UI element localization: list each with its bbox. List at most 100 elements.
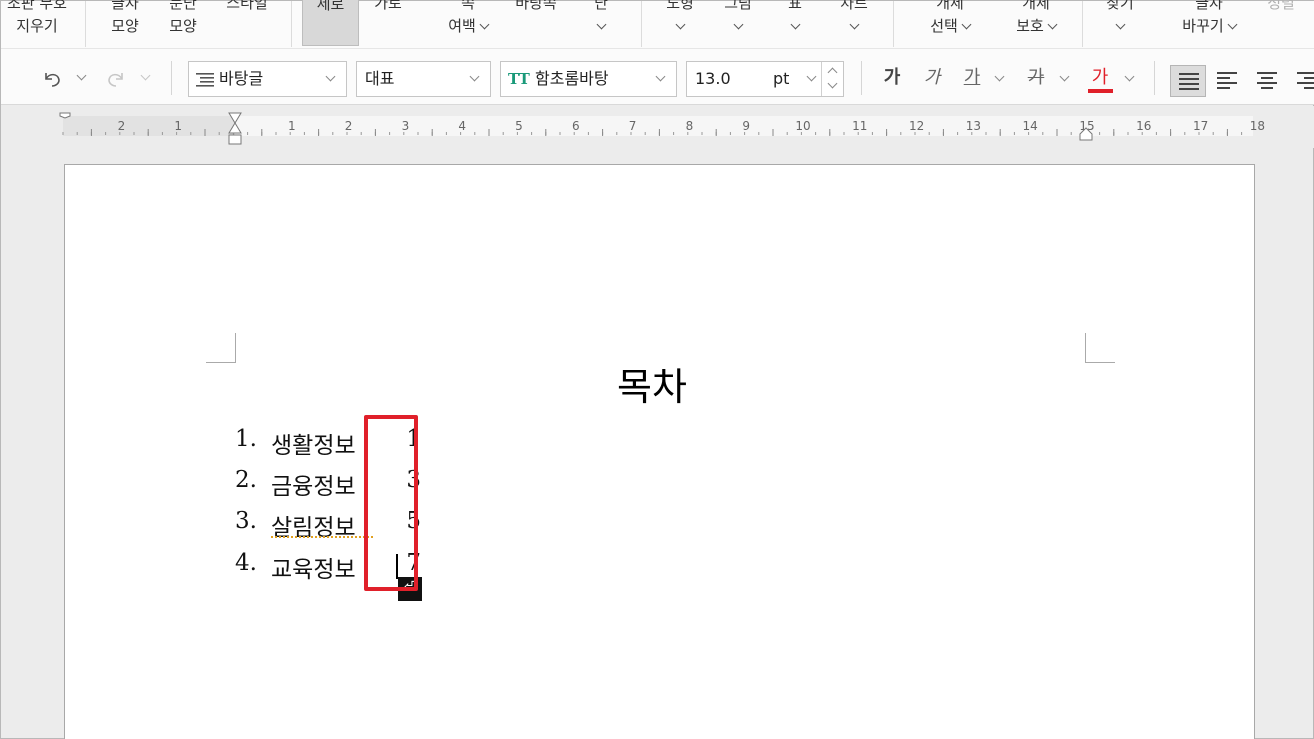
sort-button[interactable]: 정렬 — [1259, 0, 1303, 15]
ribbon-label: 조판 부호 — [7, 0, 67, 12]
strikethrough-button[interactable]: 가 — [1023, 63, 1049, 93]
ruler-margin-band — [63, 116, 235, 136]
toc-item-label: 금융정보 — [271, 474, 356, 500]
toolbar-divider — [861, 61, 862, 95]
unit-dropdown-chevron-icon[interactable] — [806, 71, 817, 82]
chevron-down-icon — [479, 19, 490, 30]
replace-button[interactable]: 글자 바꾸기 — [1171, 0, 1247, 38]
formatting-toolbar: 바탕글 대표 TT 함초롬바탕 13.0 pt 가 가 가 가 가 — [1, 49, 1314, 105]
ribbon-label: 글자 — [1195, 0, 1223, 12]
ribbon-label: 바탕쪽 — [515, 0, 557, 12]
find-button[interactable]: 찾기 — [1097, 0, 1143, 38]
ribbon-label: 지우기 — [16, 17, 58, 35]
ruler-label: 2 — [345, 119, 353, 133]
ruler-scale: 2 1 1 2 3 4 5 6 7 8 9 10 11 12 13 14 15 16 17 18 — [59, 112, 1265, 145]
ruler-label: 18 — [1250, 119, 1265, 133]
para-shape-button[interactable]: 문단 모양 — [159, 0, 207, 38]
toolbar-divider — [1154, 61, 1155, 95]
portrait-button[interactable]: 세로 — [302, 0, 359, 46]
ruler-label: 9 — [742, 119, 750, 133]
right-align-button[interactable] — [1289, 65, 1314, 97]
language-select[interactable]: 대표 — [356, 61, 491, 97]
object-select-button[interactable]: 개체 선택 — [919, 0, 981, 38]
horizontal-ruler[interactable]: 2 1 1 2 3 4 5 6 7 8 9 10 11 12 13 14 15 16 17 18 — [1, 106, 1314, 148]
ribbon-divider — [893, 1, 894, 47]
table-button[interactable]: 표 — [779, 0, 811, 38]
ribbon-label: 모양 — [111, 17, 139, 35]
clear-markers-button[interactable]: 조판 부호 지우기 — [1, 0, 73, 38]
text-color-dropdown-chevron-icon[interactable] — [1124, 71, 1135, 82]
ribbon-label: 가로 — [374, 0, 402, 12]
font-select[interactable]: TT 함초롬바탕 — [500, 61, 677, 97]
ribbon-label: 찾기 — [1106, 0, 1134, 12]
page-number-highlight-box — [364, 415, 418, 591]
spin-down-icon[interactable] — [827, 78, 838, 89]
crop-mark — [206, 333, 236, 363]
redo-icon[interactable] — [105, 69, 127, 89]
master-page-button[interactable]: 바탕쪽 — [501, 0, 571, 15]
ribbon-label: 여백 — [448, 17, 476, 35]
redo-dropdown-chevron-icon[interactable] — [140, 70, 151, 81]
indent-box-marker — [228, 134, 242, 145]
ribbon-label: 문단 — [169, 0, 197, 12]
size-spinner[interactable] — [821, 62, 843, 96]
style-select[interactable]: 바탕글 — [188, 61, 347, 97]
underline-button[interactable]: 가 — [959, 63, 985, 93]
chevron-down-icon — [655, 71, 666, 82]
chevron-down-icon — [849, 19, 859, 30]
ribbon-label: 그림 — [724, 0, 752, 12]
toc-item-label: 교육정보 — [271, 557, 356, 583]
italic-button[interactable]: 가 — [919, 63, 945, 93]
bold-button[interactable]: 가 — [879, 63, 905, 93]
font-size-input[interactable]: 13.0 pt — [686, 61, 844, 97]
ribbon-label: 차트 — [840, 0, 868, 12]
shape-button[interactable]: 도형 — [657, 0, 703, 38]
chart-button[interactable]: 차트 — [831, 0, 877, 38]
ruler-label: 2 — [118, 119, 126, 133]
ribbon-label: 선택 — [930, 17, 958, 35]
columns-button[interactable]: 단 — [585, 0, 617, 38]
center-align-button[interactable] — [1249, 65, 1285, 97]
ribbon-label: 모양 — [169, 17, 197, 35]
toolbar-divider — [171, 61, 172, 95]
style-button[interactable]: 스타일 — [217, 0, 277, 15]
chevron-down-icon — [1047, 19, 1058, 30]
toc-item-number: 2. — [235, 467, 257, 493]
ribbon-divider — [291, 1, 292, 47]
undo-icon[interactable] — [41, 69, 63, 89]
underline-dropdown-chevron-icon[interactable] — [994, 71, 1005, 82]
chevron-down-icon — [733, 19, 743, 30]
ribbon-label: 개체 — [1022, 0, 1050, 12]
ribbon-divider — [641, 1, 642, 47]
undo-dropdown-chevron-icon[interactable] — [76, 70, 87, 81]
picture-button[interactable]: 그림 — [715, 0, 761, 38]
justify-align-button[interactable] — [1170, 65, 1206, 97]
ruler-label: 4 — [458, 119, 466, 133]
document-page[interactable]: 목차 1. 생활정보 2. 금융정보 3. 살림정보 4. 교육정보 1 3 5… — [64, 164, 1255, 739]
toc-item-number: 4. — [235, 550, 257, 576]
ribbon-label: 글자 — [111, 0, 139, 12]
language-select-value: 대표 — [365, 69, 395, 88]
chevron-down-icon — [1227, 19, 1238, 30]
chevron-down-icon — [961, 19, 972, 30]
spin-up-icon[interactable] — [827, 67, 838, 78]
left-align-button[interactable] — [1209, 65, 1245, 97]
object-protect-button[interactable]: 개체 보호 — [1005, 0, 1067, 38]
ribbon-label: 세로 — [316, 0, 345, 13]
chevron-down-icon — [675, 19, 685, 30]
ruler-label: 3 — [402, 119, 410, 133]
ruler-label: 1 — [288, 119, 296, 133]
ruler-label: 7 — [629, 119, 637, 133]
ribbon-divider — [1082, 1, 1083, 47]
truetype-font-icon: TT — [508, 70, 530, 88]
char-shape-button[interactable]: 글자 모양 — [101, 0, 149, 38]
ruler-label: 14 — [1023, 119, 1038, 133]
font-size-unit: pt — [773, 69, 790, 88]
paragraph-style-icon — [196, 73, 214, 87]
ribbon-label: 개체 — [936, 0, 964, 12]
page-margin-button[interactable]: 쪽 여백 — [437, 0, 499, 38]
ribbon-label: 정렬 — [1267, 0, 1295, 12]
strikethrough-dropdown-chevron-icon[interactable] — [1059, 71, 1070, 82]
landscape-button[interactable]: 가로 — [365, 0, 411, 15]
toc-item-number: 1. — [235, 426, 257, 452]
